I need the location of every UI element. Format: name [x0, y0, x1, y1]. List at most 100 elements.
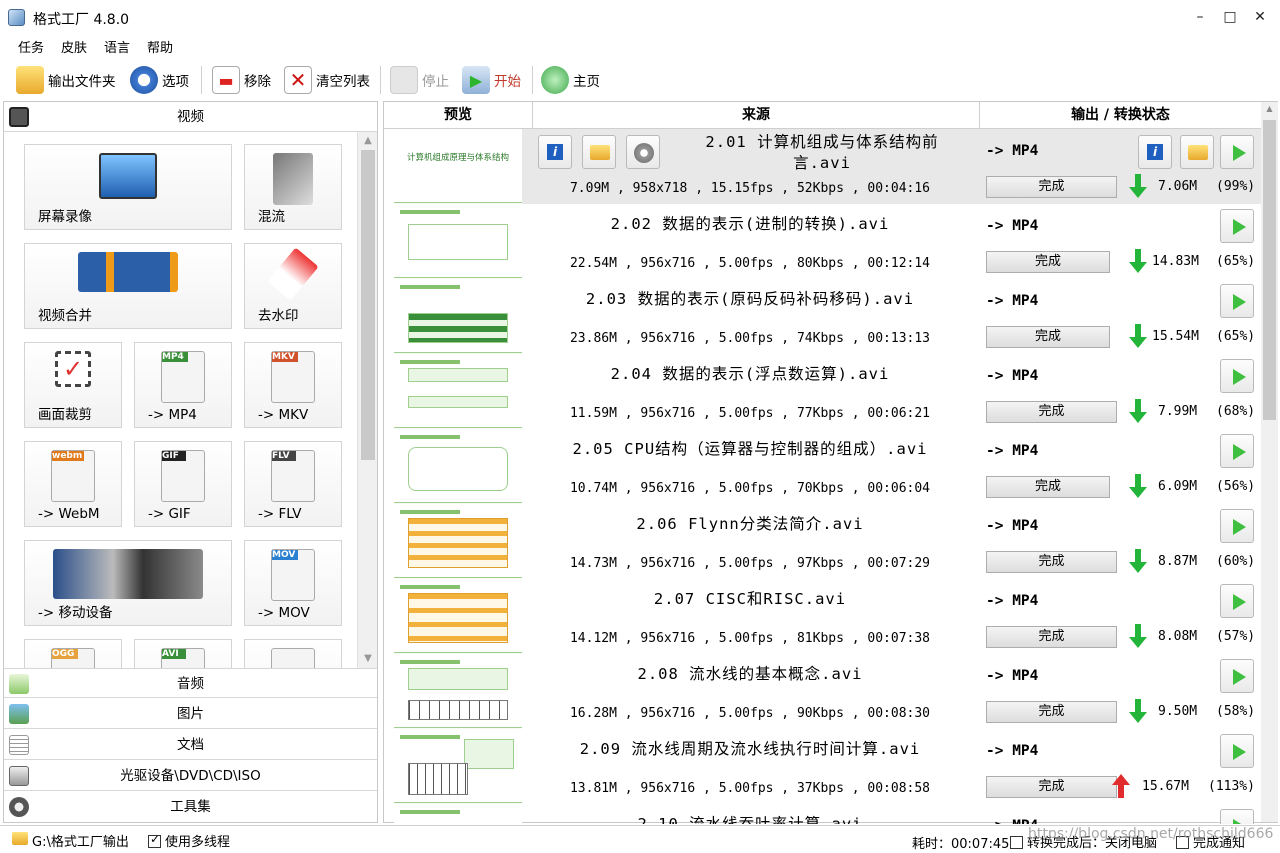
category-video[interactable]: 视频: [4, 102, 377, 132]
maximize-button[interactable]: □: [1220, 8, 1240, 26]
source-meta: 16.28M , 956x716 , 5.00fps , 90Kbps , 00…: [569, 706, 931, 721]
tile-to-avi[interactable]: AVI: [134, 639, 232, 668]
info-button[interactable]: i: [538, 135, 572, 169]
stop-button[interactable]: 停止: [390, 64, 449, 96]
menu-help[interactable]: 帮助: [147, 37, 173, 56]
folder-icon: [12, 832, 28, 845]
scroll-up-icon[interactable]: ▲: [361, 134, 375, 148]
play-button[interactable]: [1220, 509, 1254, 543]
scroll-down-icon[interactable]: ▼: [361, 652, 375, 666]
open-folder-button[interactable]: [582, 135, 616, 169]
menu-task[interactable]: 任务: [18, 37, 44, 56]
task-row[interactable]: 2.07 CISC和RISC.avi 14.12M , 956x716 , 5.0…: [522, 579, 1261, 654]
options-button[interactable]: 选项: [130, 64, 189, 96]
tile-video-join[interactable]: 视频合并: [24, 243, 232, 329]
folder-icon: [590, 145, 610, 160]
play-button[interactable]: [1220, 135, 1254, 169]
tile-to-mov[interactable]: MOV -> MOV: [244, 540, 342, 626]
scroll-up-icon[interactable]: ▲: [1264, 104, 1275, 115]
tile-to-webm[interactable]: webm -> WebM: [24, 441, 122, 527]
arrow-down-icon: [1129, 249, 1147, 273]
task-row[interactable]: 2.03 数据的表示(原码反码补码移码).avi 23.86M , 956x716…: [522, 279, 1261, 354]
task-row[interactable]: 2.06 Flynn分类法简介.avi 14.73M , 956x716 , 5.…: [522, 504, 1261, 579]
clear-list-button[interactable]: ✕ 清空列表: [284, 64, 370, 96]
category-optical[interactable]: 光驱设备\DVD\CD\ISO: [4, 761, 377, 791]
play-button[interactable]: [1220, 584, 1254, 618]
output-info-button[interactable]: i: [1138, 135, 1172, 169]
done-button[interactable]: 完成: [986, 476, 1110, 498]
play-button[interactable]: [1220, 284, 1254, 318]
category-video-label: 视频: [177, 109, 204, 125]
minimize-button[interactable]: –: [1190, 8, 1210, 26]
multithread-checkbox[interactable]: [148, 832, 161, 848]
done-button[interactable]: 完成: [986, 176, 1117, 198]
title-bar: 格式工厂 4.8.0 – □ ✕: [0, 0, 1280, 35]
menu-language[interactable]: 语言: [104, 37, 130, 56]
close-button[interactable]: ✕: [1250, 8, 1270, 26]
left-scrollbar[interactable]: ▲ ▼: [357, 132, 377, 668]
tile-crop[interactable]: ✓ 画面裁剪: [24, 342, 122, 428]
tile-label: -> MKV: [258, 407, 309, 423]
tile-label: 混流: [258, 209, 285, 225]
task-row[interactable]: 2.02 数据的表示(进制的转换).avi 22.54M , 956x716 , …: [522, 204, 1261, 279]
remove-button[interactable]: ▬ 移除: [212, 64, 271, 96]
options-icon: [130, 66, 158, 94]
multithread-toggle[interactable]: 使用多线程: [148, 831, 230, 850]
play-button[interactable]: [1220, 659, 1254, 693]
task-row[interactable]: 2.09 流水线周期及流水线执行时间计算.avi 13.81M , 956x716…: [522, 729, 1261, 804]
tile-more[interactable]: [244, 639, 342, 668]
tile-remove-watermark[interactable]: 去水印: [244, 243, 342, 329]
tile-screen-record[interactable]: 屏幕录像: [24, 144, 232, 230]
start-button[interactable]: ▶ 开始: [462, 64, 521, 96]
output-folder-button[interactable]: 输出文件夹: [16, 64, 116, 96]
done-button[interactable]: 完成: [986, 251, 1110, 273]
list-scrollbar[interactable]: ▲: [1261, 102, 1278, 822]
category-image-label: 图片: [177, 706, 204, 722]
play-button[interactable]: [1220, 734, 1254, 768]
done-button[interactable]: 完成: [986, 326, 1110, 348]
home-button[interactable]: 主页: [541, 64, 600, 96]
column-source[interactable]: 来源: [533, 102, 980, 129]
category-document[interactable]: 文档: [4, 730, 377, 760]
done-button[interactable]: 完成: [986, 701, 1117, 723]
source-filename: 2.06 Flynn分类法简介.avi: [636, 515, 864, 533]
tile-to-mkv[interactable]: MKV -> MKV: [244, 342, 342, 428]
play-button[interactable]: [1220, 359, 1254, 393]
multithread-label: 使用多线程: [165, 835, 231, 850]
output-ratio: (68%): [1216, 404, 1256, 419]
scroll-thumb[interactable]: [361, 150, 375, 460]
tile-mux[interactable]: 混流: [244, 144, 342, 230]
category-audio[interactable]: 音频: [4, 668, 377, 698]
preview-slide-title: 计算机组成原理与体系结构: [406, 153, 509, 163]
tile-to-mp4[interactable]: MP4 -> MP4: [134, 342, 232, 428]
tile-label: -> MP4: [148, 407, 197, 423]
tile-to-mobile[interactable]: -> 移动设备: [24, 540, 232, 626]
done-button[interactable]: 完成: [986, 626, 1117, 648]
output-folder-button[interactable]: [1180, 135, 1214, 169]
category-tools[interactable]: 工具集: [4, 792, 377, 822]
column-status[interactable]: 输出 / 转换状态: [980, 102, 1261, 129]
category-image[interactable]: 图片: [4, 699, 377, 729]
scroll-thumb[interactable]: [1263, 120, 1276, 420]
done-button[interactable]: 完成: [986, 776, 1117, 798]
play-button[interactable]: [1220, 209, 1254, 243]
tile-label: -> WebM: [38, 506, 100, 522]
tile-to-ogg[interactable]: OGG: [24, 639, 122, 668]
menu-skin[interactable]: 皮肤: [61, 37, 87, 56]
done-button[interactable]: 完成: [986, 551, 1117, 573]
tile-to-gif[interactable]: GIF -> GIF: [134, 441, 232, 527]
play-button[interactable]: [1220, 809, 1254, 824]
settings-button[interactable]: [626, 135, 660, 169]
done-button[interactable]: 完成: [986, 401, 1117, 423]
output-path-link[interactable]: G:\格式工厂输出: [32, 831, 129, 850]
task-row[interactable]: 2.08 流水线的基本概念.avi 16.28M , 956x716 , 5.00…: [522, 654, 1261, 729]
task-row[interactable]: 2.04 数据的表示(浮点数运算).avi 11.59M , 956x716 , …: [522, 354, 1261, 429]
column-preview[interactable]: 预览: [384, 102, 533, 129]
info-icon: i: [1147, 144, 1163, 160]
task-row[interactable]: 2.05 CPU结构（运算器与控制器的组成）.avi 10.74M , 956x7…: [522, 429, 1261, 504]
play-button[interactable]: [1220, 434, 1254, 468]
shutdown-checkbox[interactable]: [1010, 836, 1023, 849]
task-row[interactable]: i 2.01 计算机组成与体系结构前 言.avi 7.09M , 958x718 …: [522, 129, 1261, 204]
tile-to-flv[interactable]: FLV -> FLV: [244, 441, 342, 527]
task-row[interactable]: 2.10 流水线吞吐率计算.avi -> MP4: [522, 804, 1261, 824]
